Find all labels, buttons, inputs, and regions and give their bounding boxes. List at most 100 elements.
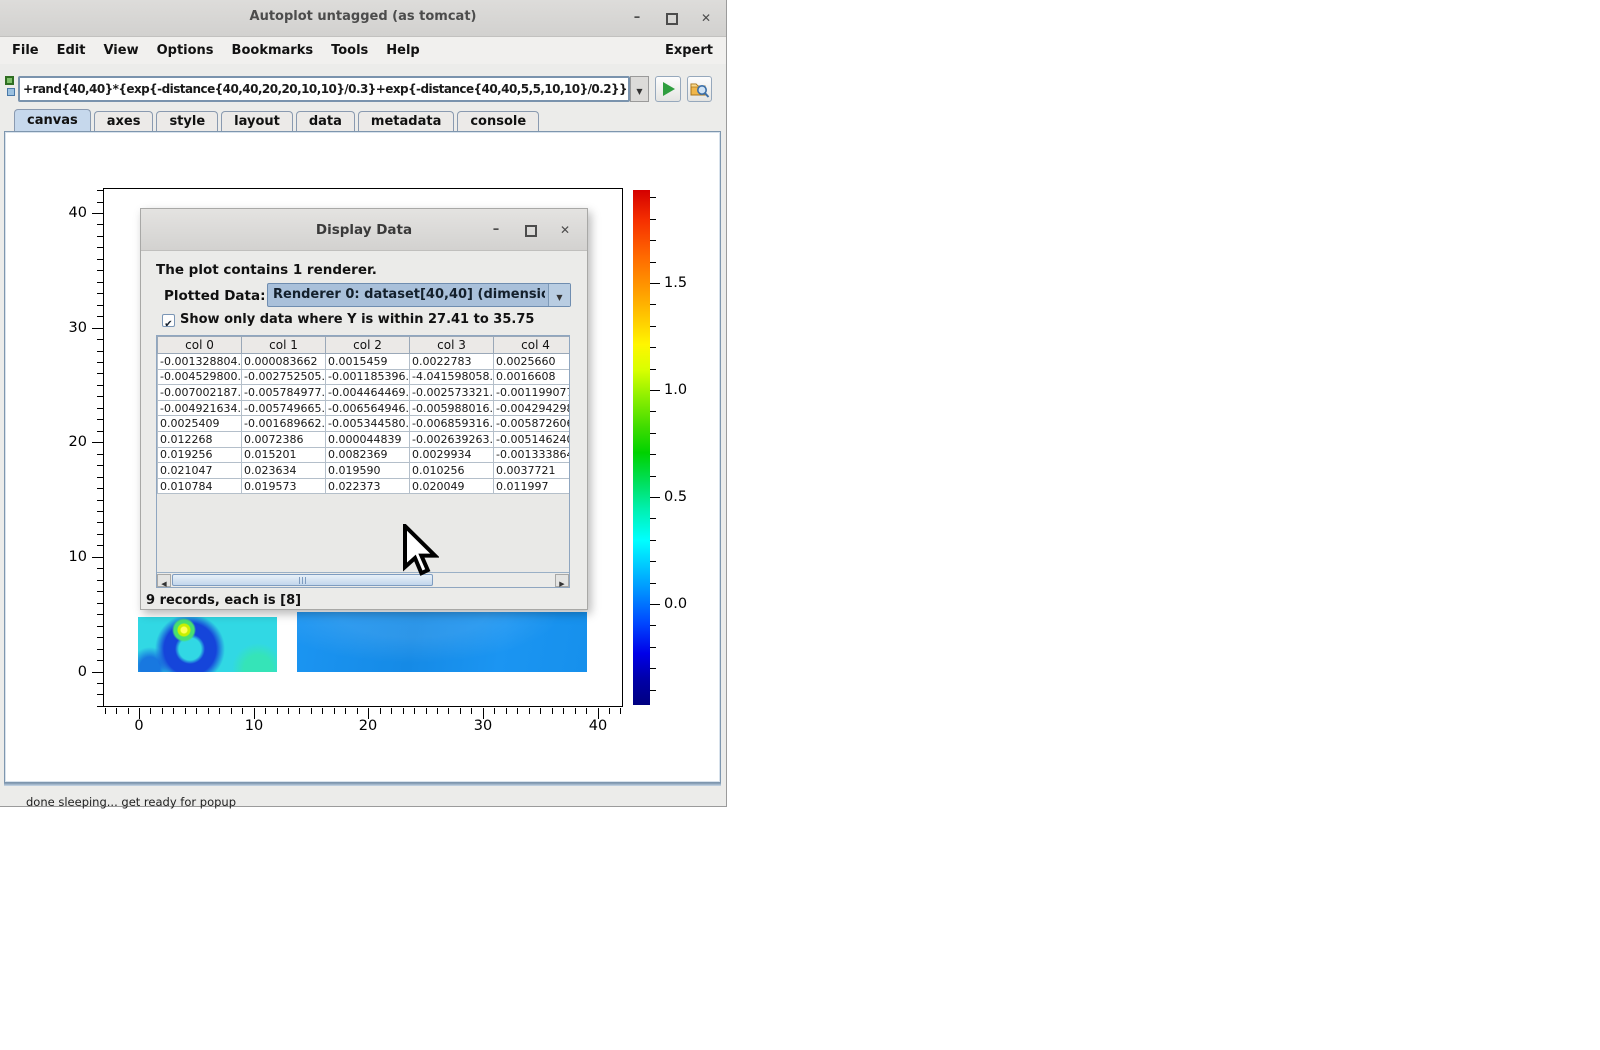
menu-file[interactable]: File — [12, 43, 48, 58]
close-icon[interactable] — [696, 8, 716, 28]
renderer-count-text: The plot contains 1 renderer. — [156, 262, 377, 278]
table-cell: 0.000044839 — [326, 431, 410, 447]
table-header-row: col 0col 1col 2col 3col 4 — [158, 337, 571, 354]
table-row[interactable]: 0.0192560.0152010.00823690.0029934-0.001… — [158, 447, 571, 463]
tabs: canvasaxesstylelayoutdatametadataconsole — [14, 109, 542, 131]
app-titlebar[interactable]: Autoplot untagged (as tomcat) — [0, 0, 726, 37]
table-header-cell[interactable]: col 2 — [326, 337, 410, 354]
datasource-green-icon — [5, 76, 14, 85]
tab-console[interactable]: console — [457, 111, 539, 131]
mouse-cursor — [399, 524, 439, 580]
table-cell: -0.004464469... — [326, 385, 410, 401]
canvas-bottom-divider — [4, 783, 721, 786]
inspect-uri-button[interactable] — [687, 76, 712, 102]
menu-edit[interactable]: Edit — [48, 43, 95, 58]
table-row[interactable]: -0.007002187...-0.005784977...-0.0044644… — [158, 385, 571, 401]
table-row[interactable]: 0.0122680.00723860.000044839-0.002639263… — [158, 431, 571, 447]
table-cell: 0.010256 — [410, 463, 494, 479]
screen: Autoplot untagged (as tomcat) FileEditVi… — [0, 0, 1600, 1050]
table-cell: 0.0022783 — [410, 354, 494, 370]
table-cell: 0.0037721 — [494, 463, 571, 479]
menu-view[interactable]: View — [94, 43, 147, 58]
table-cell: -0.002752505... — [242, 369, 326, 385]
dialog-maximize-box — [525, 225, 537, 237]
menu-items: FileEditViewOptionsBookmarksToolsHelp — [12, 37, 429, 64]
table-cell: -0.001689662... — [242, 416, 326, 432]
table-row[interactable]: 0.0025409-0.001689662...-0.005344580...-… — [158, 416, 571, 432]
maximize-box — [666, 13, 678, 25]
combobox-value: Renderer 0: dataset[40,40] (dimension... — [273, 287, 545, 302]
tab-style[interactable]: style — [156, 111, 218, 131]
dialog-maximize-icon[interactable] — [521, 220, 541, 240]
go-play-button[interactable] — [655, 76, 681, 102]
tab-layout[interactable]: layout — [221, 111, 293, 131]
table-cell: 0.011997 — [494, 478, 571, 494]
tab-data[interactable]: data — [296, 111, 355, 131]
table-header-cell[interactable]: col 1 — [242, 337, 326, 354]
address-row: +rand{40,40}*{exp{-distance{40,40,20,20,… — [0, 64, 726, 110]
menu-options[interactable]: Options — [148, 43, 223, 58]
table-cell: -0.004529800... — [158, 369, 242, 385]
table-cell: 0.0082369 — [326, 447, 410, 463]
table-row[interactable]: -0.004529800...-0.002752505...-0.0011853… — [158, 369, 571, 385]
scrollbar-grip — [299, 577, 308, 584]
menu-bar: FileEditViewOptionsBookmarksToolsHelp Ex… — [0, 37, 726, 64]
horizontal-scrollbar[interactable] — [157, 572, 569, 587]
table-cell: -0.005344580... — [326, 416, 410, 432]
table-cell: -0.005749665... — [242, 400, 326, 416]
tab-canvas[interactable]: canvas — [14, 109, 91, 131]
display-data-dialog: Display Data The plot contains 1 rendere… — [140, 208, 588, 610]
table-cell: -4.041598058... — [410, 369, 494, 385]
play-icon — [663, 82, 675, 96]
tab-metadata[interactable]: metadata — [358, 111, 454, 131]
table-cell: 0.019590 — [326, 463, 410, 479]
app-title: Autoplot untagged (as tomcat) — [0, 9, 726, 24]
menu-tools[interactable]: Tools — [322, 43, 377, 58]
table-cell: 0.012268 — [158, 431, 242, 447]
folder-magnifier-icon — [688, 77, 711, 101]
table-cell: -0.005784977... — [242, 385, 326, 401]
scroll-left-icon[interactable] — [157, 574, 171, 587]
table-cell: -0.001333864... — [494, 447, 571, 463]
expert-label[interactable]: Expert — [665, 43, 713, 58]
table-cell: -0.006564946... — [326, 400, 410, 416]
address-dropdown-icon[interactable] — [630, 76, 649, 102]
tabs-row: canvasaxesstylelayoutdatametadataconsole — [0, 110, 726, 131]
menu-bookmarks[interactable]: Bookmarks — [223, 43, 323, 58]
table-cell: 0.0025409 — [158, 416, 242, 432]
table-cell: -0.005146240... — [494, 431, 571, 447]
table-row[interactable]: -0.001328804...0.0000836620.00154590.002… — [158, 354, 571, 370]
data-table-scrollpane: col 0col 1col 2col 3col 4 -0.001328804..… — [156, 335, 570, 588]
menu-help[interactable]: Help — [377, 43, 428, 58]
table-header-cell[interactable]: col 0 — [158, 337, 242, 354]
scrollbar-thumb[interactable] — [172, 574, 433, 586]
table-header-cell[interactable]: col 3 — [410, 337, 494, 354]
scroll-right-icon[interactable] — [555, 574, 569, 587]
maximize-icon[interactable] — [662, 8, 682, 28]
table-row[interactable]: -0.004921634...-0.005749665...-0.0065649… — [158, 400, 571, 416]
table-row[interactable]: 0.0107840.0195730.0223730.0200490.011997… — [158, 478, 571, 494]
table-cell: 0.023634 — [242, 463, 326, 479]
dialog-close-icon[interactable] — [555, 220, 575, 240]
table-cell: -0.007002187... — [158, 385, 242, 401]
uri-address-input[interactable]: +rand{40,40}*{exp{-distance{40,40,20,20,… — [18, 76, 630, 102]
table-cell: 0.015201 — [242, 447, 326, 463]
filter-checkbox-label: Show only data where Y is within 27.41 t… — [180, 312, 534, 327]
dialog-titlebar[interactable]: Display Data — [141, 209, 587, 251]
table-cell: 0.000083662 — [242, 354, 326, 370]
plotted-data-combobox[interactable]: Renderer 0: dataset[40,40] (dimension... — [267, 283, 571, 307]
dialog-minimize-icon[interactable] — [486, 220, 506, 240]
plotted-data-label: Plotted Data: — [164, 288, 266, 304]
table-row[interactable]: 0.0210470.0236340.0195900.0102560.003772… — [158, 463, 571, 479]
tab-axes[interactable]: axes — [94, 111, 154, 131]
combobox-arrow-icon[interactable] — [548, 284, 570, 306]
minimize-icon[interactable] — [627, 8, 647, 28]
table-header-cell[interactable]: col 4 — [494, 337, 571, 354]
table-cell: 0.0029934 — [410, 447, 494, 463]
table-cell: -0.004294298... — [494, 400, 571, 416]
table-cell: -0.002573321... — [410, 385, 494, 401]
status-bar: done sleeping... get ready for popup — [26, 795, 236, 809]
table-cell: 0.019573 — [242, 478, 326, 494]
filter-checkbox[interactable] — [162, 314, 175, 327]
table-cell: 0.022373 — [326, 478, 410, 494]
